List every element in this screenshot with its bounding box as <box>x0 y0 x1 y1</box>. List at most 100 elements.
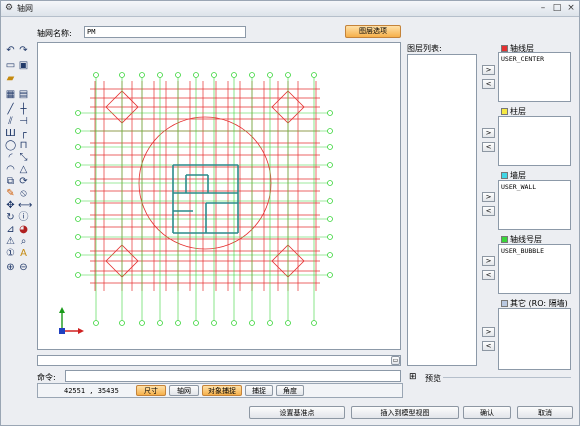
dimension-mode-button[interactable]: 尺寸 <box>136 385 166 396</box>
axis-bubble <box>327 110 333 116</box>
multi-grid-icon[interactable]: Ш <box>5 128 16 139</box>
frame-icon[interactable]: ⊓ <box>18 140 29 151</box>
rotate-icon[interactable]: ⟳ <box>18 176 29 187</box>
dimension-icon[interactable]: ⊿ <box>5 224 16 235</box>
layer-list[interactable] <box>407 54 477 366</box>
axis-bubble <box>285 320 291 326</box>
warning-icon[interactable]: ⚠ <box>5 236 16 247</box>
open-folder-icon[interactable]: ▰ <box>5 73 16 84</box>
add-axis-layer-button[interactable]: > <box>482 65 495 75</box>
set-base-point-button[interactable]: 设置基准点 <box>249 406 345 419</box>
new-icon[interactable]: ▭ <box>5 60 16 71</box>
zoom-in-icon[interactable]: ⊕ <box>5 262 16 273</box>
ok-button[interactable]: 确认 <box>463 406 511 419</box>
move-icon[interactable]: ✥ <box>5 200 16 211</box>
grid-mode-button[interactable]: 轴网 <box>169 385 199 396</box>
add-other-layer-button[interactable]: > <box>482 327 495 337</box>
command-input[interactable] <box>65 370 401 382</box>
axis-bubble <box>75 216 81 222</box>
polyline-icon[interactable]: ⤡ <box>18 152 29 163</box>
column-color-swatch <box>501 108 508 115</box>
copy-icon[interactable]: ⧉ <box>5 176 16 187</box>
axis-bubble <box>327 144 333 150</box>
other-layer-list[interactable] <box>498 308 571 370</box>
text-icon[interactable]: A <box>18 248 29 259</box>
drawing-canvas[interactable] <box>37 42 401 350</box>
insert-to-model-button[interactable]: 插入到模型视图 <box>351 406 459 419</box>
add-column-layer-button[interactable]: > <box>482 128 495 138</box>
remove-column-layer-button[interactable]: < <box>482 142 495 152</box>
status-bar: 42551 , 35435 尺寸 轴网 对象捕捉 捕捉 角度 <box>37 383 403 398</box>
restore-button[interactable]: □ <box>551 3 563 14</box>
axis-bubble <box>93 72 99 78</box>
layer-entry[interactable]: USER_CENTER <box>501 55 544 63</box>
wall-layer-list[interactable]: USER_WALL <box>498 180 571 230</box>
axis-bubble <box>93 320 99 326</box>
arc-3pt-icon[interactable]: ◠ <box>5 164 16 175</box>
axis-bubble <box>175 320 181 326</box>
axis-layer-list[interactable]: USER_CENTER <box>498 52 571 102</box>
minimize-button[interactable]: – <box>537 3 549 14</box>
axis-bubble <box>75 180 81 186</box>
measure-icon[interactable]: ⟷ <box>18 200 32 211</box>
properties-icon[interactable]: ▤ <box>18 89 29 100</box>
object-snap-button[interactable]: 对象捕捉 <box>202 385 242 396</box>
layer-entry[interactable]: USER_WALL <box>501 183 536 191</box>
add-bubble-layer-button[interactable]: > <box>482 256 495 266</box>
undo-icon[interactable]: ↶ <box>5 45 16 56</box>
refresh-icon[interactable]: ↻ <box>5 212 16 223</box>
expand-output-button[interactable]: ▭ <box>391 356 400 365</box>
arc-icon[interactable]: ◜ <box>5 152 16 163</box>
bubble-number-icon[interactable]: ① <box>5 248 16 259</box>
redo-icon[interactable]: ↷ <box>18 45 29 56</box>
circle-icon[interactable]: ◯ <box>5 140 16 151</box>
grid-name-label: 轴网名称: <box>37 29 72 38</box>
grid-line-icon[interactable]: ┼ <box>18 104 29 115</box>
title-bar[interactable]: ⚙ 轴网 – □ × <box>1 1 579 17</box>
grid-drawing <box>59 72 333 334</box>
grid-name-input[interactable]: PM <box>84 26 246 38</box>
no-entry-icon[interactable]: ⦸ <box>18 188 29 199</box>
info-icon[interactable]: ⓘ <box>18 212 29 223</box>
add-wall-layer-button[interactable]: > <box>482 192 495 202</box>
layer-list-title: 图层列表: <box>407 44 442 53</box>
bubble-color-swatch <box>501 236 508 243</box>
cursor-coordinates: 42551 , 35435 <box>64 387 119 395</box>
axis-bubble <box>119 320 125 326</box>
zoom-icon[interactable]: ⌕ <box>18 236 29 247</box>
axis-bubble <box>139 72 145 78</box>
bubble-layer-list[interactable]: USER_BUBBLE <box>498 244 571 294</box>
parallel-line-icon[interactable]: ⫽ <box>5 116 16 127</box>
axis-bubble <box>231 320 237 326</box>
snap-button[interactable]: 捕捉 <box>245 385 273 396</box>
close-button[interactable]: × <box>565 3 577 14</box>
remove-bubble-layer-button[interactable]: < <box>482 270 495 280</box>
remove-axis-layer-button[interactable]: < <box>482 79 495 89</box>
axis-bubble <box>193 72 199 78</box>
corner-icon[interactable]: ┌ <box>18 128 29 139</box>
cancel-button[interactable]: 取消 <box>517 406 573 419</box>
remove-other-layer-button[interactable]: < <box>482 341 495 351</box>
axis-bubble <box>327 216 333 222</box>
axis-bubble <box>327 128 333 134</box>
wall-color-swatch <box>501 172 508 179</box>
brush-icon[interactable]: ✎ <box>5 188 16 199</box>
angle-button[interactable]: 角度 <box>276 385 304 396</box>
x-axis-arrowhead <box>78 328 84 334</box>
expand-preview-icon[interactable]: ⊞ <box>409 372 417 382</box>
layer-entry[interactable]: USER_BUBBLE <box>501 247 544 255</box>
palette-icon[interactable]: ◕ <box>18 224 29 235</box>
line-icon[interactable]: ╱ <box>5 104 16 115</box>
column-layer-list[interactable] <box>498 116 571 166</box>
save-icon[interactable]: ▣ <box>18 60 29 71</box>
remove-wall-layer-button[interactable]: < <box>482 206 495 216</box>
layer-options-button[interactable]: 图层选项 <box>345 25 401 38</box>
preview-label: 预览 <box>425 374 441 383</box>
triangle-icon[interactable]: △ <box>18 164 29 175</box>
axis-color-swatch <box>501 45 508 52</box>
axis-bubble <box>75 252 81 258</box>
layer-icon[interactable]: ▦ <box>5 89 16 100</box>
offset-line-icon[interactable]: ⊣ <box>18 116 29 127</box>
axis-bubble <box>193 320 199 326</box>
zoom-out-icon[interactable]: ⊖ <box>18 262 29 273</box>
